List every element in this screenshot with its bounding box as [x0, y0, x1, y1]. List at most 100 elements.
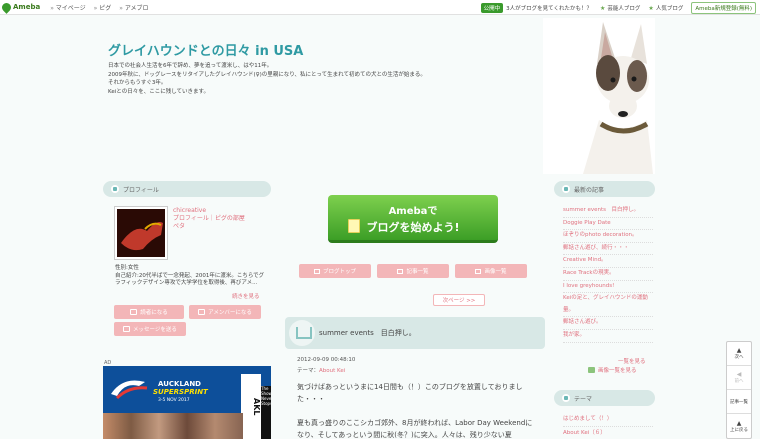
blog-top-label: ブログトップ: [322, 269, 356, 275]
recent-entry-link[interactable]: 郵話さん遊び。: [563, 317, 653, 330]
recent-heading: 最新の記事: [554, 181, 655, 197]
popular-blog-label: 人気ブログ: [655, 6, 684, 12]
star-icon: ★: [600, 4, 606, 12]
recent-list-more-link[interactable]: 一覧を見る: [618, 357, 646, 365]
theme-heading: テーマ: [554, 390, 655, 406]
profile-avatar[interactable]: [115, 207, 167, 259]
recent-entry-link[interactable]: Doggie Play Date: [563, 218, 653, 231]
star-icon: ★: [648, 4, 654, 12]
start-blog-line1: Amebaで: [388, 206, 438, 217]
profile-name-block: chicreative プロフィール｜ピグの部屋 ペタ: [173, 207, 245, 231]
visitor-message[interactable]: 3人がブログを見てくれたかも！？: [506, 4, 592, 12]
profile-intro: 自己紹介:20代半ばで一念発起、2001年に渡米。こちらでグラフィックデザイン専…: [115, 272, 265, 287]
recent-entry-link[interactable]: 我が家。: [563, 330, 653, 343]
supersprint-logo-icon: [111, 380, 148, 400]
celebrity-blog-link[interactable]: ★ 芸能人ブログ: [600, 4, 641, 13]
floating-navigation: ▲ 次へ ◀ 前へ 記事一覧 ▲ 上に戻る: [726, 341, 752, 439]
reader-button-label: 読者になる: [140, 310, 168, 316]
entry-paragraph: 気づけばあっというまに14日間も（！）このブログを放置しておりました・・・: [297, 383, 523, 403]
next-entry-label: 次へ: [734, 355, 744, 360]
profile-links[interactable]: プロフィール｜ピグの部屋: [173, 215, 245, 223]
profile-name[interactable]: chicreative: [173, 207, 245, 215]
profile-more-link[interactable]: 続きを見る: [232, 292, 260, 300]
header-right: 公開中 3人がブログを見てくれたかも！？ ★ 芸能人ブログ ★ 人気ブログ Ameb…: [480, 2, 756, 14]
ameba-logo-text: Ameba: [13, 3, 41, 11]
entry-list-label: 記事一覧: [406, 269, 429, 275]
amember-button-label: アメンバーになる: [208, 310, 252, 316]
theme-heading-label: テーマ: [574, 395, 593, 403]
profile-info: 性別:女性 自己紹介:20代半ばで一念発起、2001年に渡米。こちらでグラフィッ…: [115, 265, 265, 288]
pigg-link[interactable]: ピグ: [94, 3, 111, 12]
next-entry-button[interactable]: ▲ 次へ: [727, 342, 751, 366]
blog-description-line: それからもうすぐ3年。: [108, 80, 167, 86]
blog-description-line: Keiとの日々を、ここに残していきます。: [108, 88, 209, 95]
entry-paragraph: [297, 405, 537, 417]
image-list-more-label: 画像一覧を見る: [598, 368, 637, 374]
heading-bullet-icon: [111, 185, 119, 193]
entry-theme: テーマ：About Kei: [297, 366, 345, 374]
prev-entry-button[interactable]: ◀ 前へ: [727, 366, 751, 390]
message-button[interactable]: メッセージを送る: [114, 322, 186, 336]
entry-body: 気づけばあっというまに14日間も（！）このブログを放置しておりました・・・ 夏も…: [297, 381, 537, 439]
ad-brand: AUCKLAND: [158, 380, 201, 388]
recent-entry-link[interactable]: ほぞりのphoto decoration。: [563, 230, 653, 243]
blog-top-button[interactable]: ブログトップ: [299, 264, 371, 278]
amember-button[interactable]: アメンバーになる: [189, 305, 261, 319]
blog-description: 日本での社会人生活を6年で辞め、夢を追って渡米し、はや11年。 2009年秋に、…: [108, 62, 528, 96]
entry-theme-link[interactable]: About Kei: [319, 368, 345, 374]
mypage-link[interactable]: マイページ: [50, 3, 86, 12]
advertisement-banner[interactable]: AUCKLAND SUPERSPRINT 3-5 NOV 2017 AKL Th…: [103, 366, 271, 439]
triangle-up-icon: ▲: [736, 347, 742, 354]
theme-list: はじめまして（！） About Kei（６）: [563, 413, 653, 439]
member-icon: [198, 309, 206, 315]
recent-entry-link[interactable]: I love greyhounds!: [563, 281, 653, 294]
ameba-header: Ameba マイページ ピグ アメブロ 公開中 3人がブログを見てくれたかも！？…: [0, 0, 760, 15]
profile-avatar-art: [117, 209, 165, 257]
entry-paragraph: 夏も真っ盛りのここシカゴ郊外、8月が終われば、Labor Day Weekend…: [297, 419, 533, 439]
entry-date: 2012-09-09 00:48:10: [297, 357, 356, 363]
recent-entry-link[interactable]: Race Trackの現実。: [563, 268, 653, 281]
entry-title[interactable]: summer events 目白押し。: [319, 328, 416, 338]
ad-date: 3-5 NOV 2017: [158, 398, 190, 403]
back-to-top-button[interactable]: ▲ 上に戻る: [727, 414, 751, 438]
triangle-up-icon: ▲: [736, 419, 742, 427]
theme-link[interactable]: About Kei（６）: [563, 427, 653, 439]
start-ameba-blog-button[interactable]: Amebaで ブログを始めよう!: [328, 195, 498, 243]
header-links: マイページ ピグ アメブロ: [50, 3, 156, 12]
ameba-logo[interactable]: Ameba: [0, 0, 41, 14]
peta-link[interactable]: ペタ: [173, 223, 245, 231]
blog-title[interactable]: グレイハウンドとの日々 in USA: [108, 40, 303, 59]
float-entry-list-button[interactable]: 記事一覧: [727, 390, 751, 414]
book-icon: [130, 309, 138, 315]
notebook-icon: [348, 219, 360, 233]
recent-entry-link[interactable]: 郵話さん遊び、続行・・・: [563, 243, 653, 256]
next-page-button[interactable]: 次ページ >>: [433, 294, 485, 306]
ad-photo: [103, 413, 243, 439]
blog-description-line: 2009年秋に、ドッグレースをリタイアしたグレイハウンド(♀)の里親になり、私に…: [108, 71, 426, 78]
recent-entry-link[interactable]: Keiの足と、グレイハウンドの運動量。: [563, 293, 653, 318]
image-icon: [475, 268, 482, 274]
recent-entries-list: summer events 目白押し。 Doggie Play Date ほぞり…: [563, 205, 653, 343]
image-list-button[interactable]: 画像一覧: [455, 264, 527, 278]
heading-bullet-icon: [562, 394, 570, 402]
home-icon: [313, 268, 320, 274]
recent-heading-label: 最新の記事: [574, 186, 605, 194]
image-list-more-link[interactable]: 画像一覧を見る: [588, 366, 637, 374]
theme-link[interactable]: はじめまして（！）: [563, 413, 653, 427]
float-entry-list-label: 記事一覧: [730, 399, 748, 405]
entry-theme-label: テーマ：: [297, 368, 320, 374]
celebrity-blog-label: 芸能人ブログ: [607, 6, 641, 12]
blog-description-line: 日本での社会人生活を6年で辞め、夢を追って渡米し、はや11年。: [108, 63, 273, 69]
mail-icon: [123, 326, 131, 332]
greyhound-illustration: [583, 22, 653, 174]
recent-entry-link[interactable]: summer events 目白押し。: [563, 205, 653, 218]
ad-tagline: The Show Never Stops: [261, 386, 271, 439]
register-button[interactable]: Ameba新規登録(無料): [691, 2, 756, 14]
recent-entry-link[interactable]: Creative Mind。: [563, 255, 653, 268]
reader-button[interactable]: 読者になる: [114, 305, 184, 319]
popular-blog-link[interactable]: ★ 人気ブログ: [648, 4, 684, 13]
profile-gender: 性別:女性: [115, 265, 139, 271]
list-icon: [397, 268, 404, 274]
ameblo-link[interactable]: アメブロ: [119, 3, 149, 12]
entry-list-button[interactable]: 記事一覧: [377, 264, 449, 278]
